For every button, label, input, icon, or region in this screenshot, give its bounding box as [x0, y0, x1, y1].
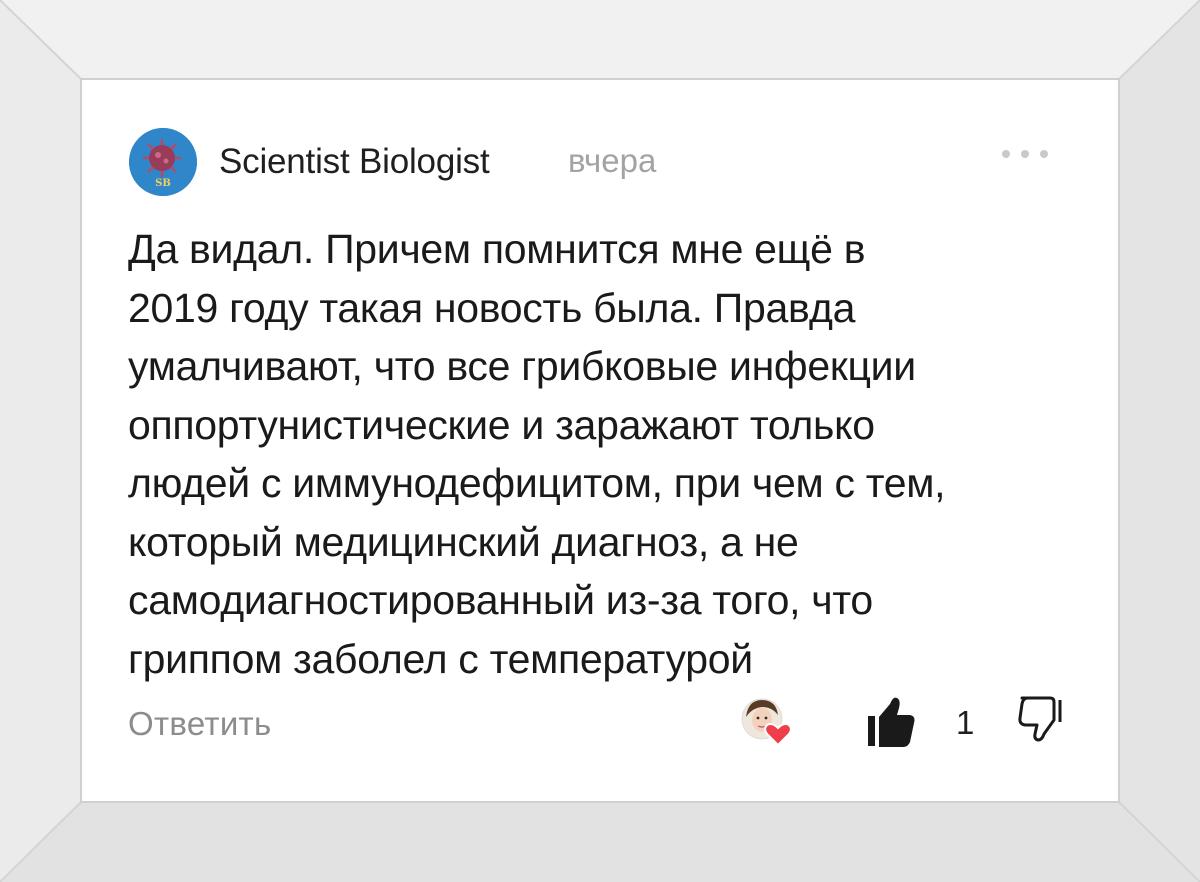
virus-logo-icon: SB: [129, 128, 197, 196]
picture-frame: SB Scientist Biologist вчера Да видал. П…: [0, 0, 1200, 882]
thumbs-down-icon[interactable]: [1016, 690, 1066, 750]
comment-time: вчера: [568, 142, 657, 179]
more-dot: [1040, 150, 1048, 158]
reply-button[interactable]: Ответить: [128, 705, 271, 743]
more-dot: [1021, 150, 1029, 158]
comment-card: SB Scientist Biologist вчера Да видал. П…: [82, 80, 1118, 801]
heart-icon: [764, 723, 792, 747]
comment-text: Да видал. Причем помнится мне ещё в 2019…: [128, 226, 946, 682]
more-dots-icon: [1002, 150, 1010, 158]
like-count: 1: [956, 704, 975, 741]
svg-text:SB: SB: [155, 178, 171, 189]
thumbs-up-icon[interactable]: [866, 690, 916, 750]
author-name[interactable]: Scientist Biologist: [219, 142, 490, 182]
more-options-button[interactable]: [1002, 144, 1048, 164]
reactor-avatar[interactable]: [738, 695, 798, 750]
author-avatar[interactable]: SB: [129, 128, 197, 196]
